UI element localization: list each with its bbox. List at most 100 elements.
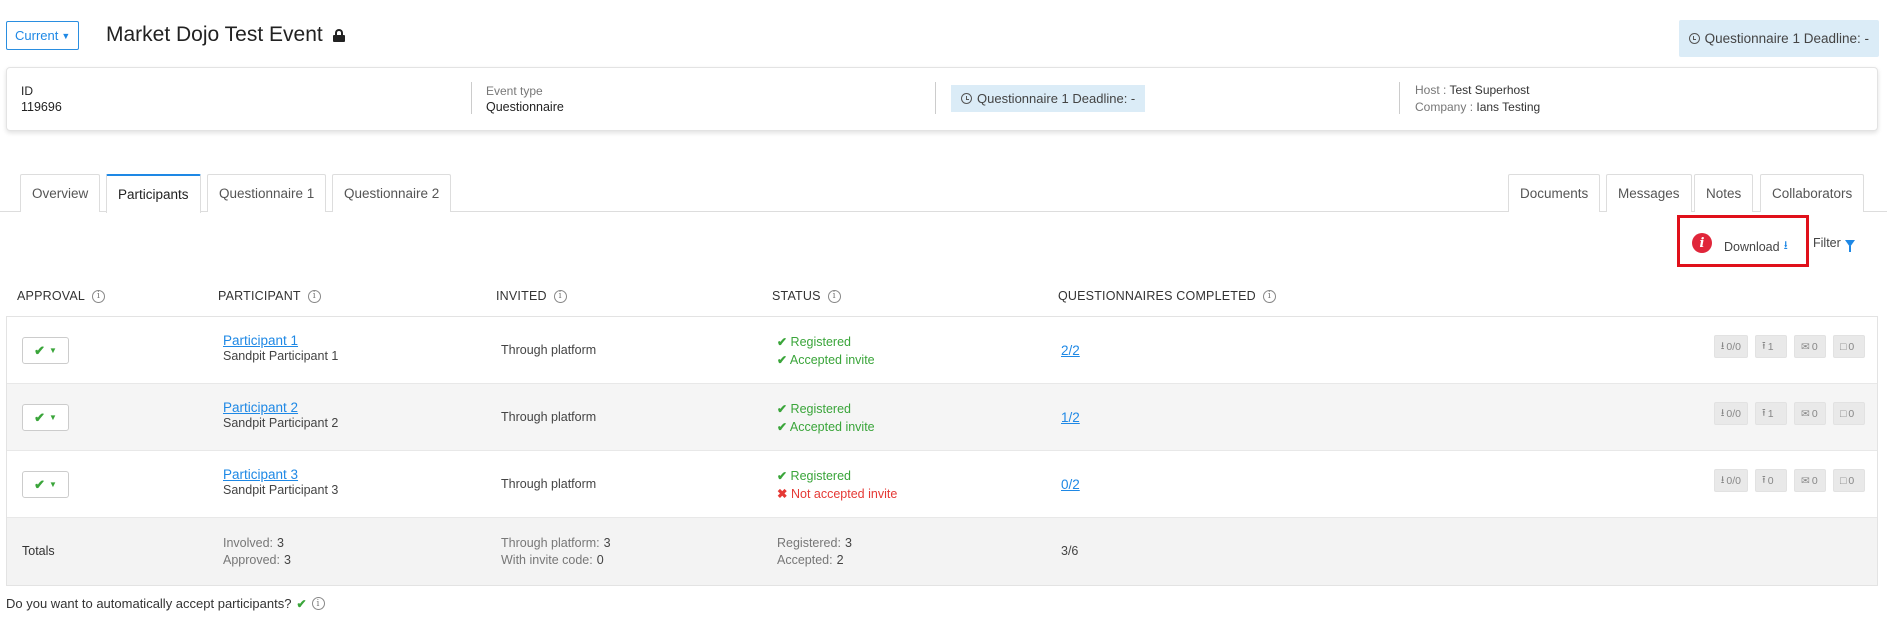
- status-registered: Registered: [790, 335, 851, 349]
- messages-button[interactable]: ✉ 0: [1794, 335, 1826, 358]
- filter-label: Filter: [1813, 236, 1841, 250]
- through-platform-label: Through platform:: [501, 536, 600, 550]
- involved-label: Involved:: [223, 536, 274, 550]
- tab-collaborators[interactable]: Collaborators: [1760, 174, 1865, 212]
- totals-row: Totals Involved: 3 Approved: 3 Through pla…: [7, 518, 1877, 585]
- tab-messages[interactable]: Messages: [1606, 174, 1692, 212]
- tab-participants[interactable]: Participants: [106, 174, 201, 213]
- notes-button[interactable]: □ 0: [1833, 335, 1865, 358]
- auto-accept-text: Do you want to automatically accept part…: [6, 596, 292, 611]
- download-button[interactable]: Download ⭳: [1724, 236, 1788, 257]
- col-invited-label: INVITED: [496, 289, 547, 303]
- current-label: Current: [15, 28, 59, 43]
- event-type-value: Questionnaire: [486, 100, 564, 114]
- approval-dropdown[interactable]: ✔ ▼: [22, 404, 69, 431]
- filter-button[interactable]: Filter: [1813, 236, 1855, 252]
- deadline-badge-info: Questionnaire 1 Deadline: -: [951, 85, 1146, 112]
- invite-code-value: 0: [596, 553, 604, 567]
- participant-link[interactable]: Participant 3: [223, 467, 338, 482]
- invited-value: Through platform: [501, 477, 597, 491]
- info-icon[interactable]: i: [311, 597, 325, 610]
- notes-button[interactable]: □ 0: [1833, 469, 1865, 492]
- download-icon: ⭳: [1720, 473, 1725, 486]
- notes-button[interactable]: □ 0: [1833, 402, 1865, 425]
- col-approval-label: APPROVAL: [17, 289, 86, 303]
- info-icon[interactable]: i: [307, 289, 321, 303]
- row-actions: ⭳ 0/0 ⭱ 1 ✉ 0 □ 0: [1713, 402, 1865, 425]
- questionnaires-completed-link[interactable]: 0/2: [1061, 477, 1080, 492]
- current-dropdown-button[interactable]: Current ▼: [6, 21, 80, 50]
- downloads-button[interactable]: ⭳ 0/0: [1713, 402, 1748, 425]
- downloads-button[interactable]: ⭳ 0/0: [1713, 469, 1748, 492]
- check-icon: ✔: [777, 335, 788, 349]
- invited-value: Through platform: [501, 410, 597, 424]
- col-questionnaires-label: QUESTIONNAIRES COMPLETED: [1058, 289, 1256, 303]
- status-invite: Not accepted invite: [790, 487, 898, 501]
- messages-count: 0: [1811, 474, 1818, 487]
- info-alert-icon[interactable]: i: [1692, 233, 1712, 253]
- uploads-button[interactable]: ⭱ 1: [1755, 402, 1787, 425]
- uploads-button[interactable]: ⭱ 1: [1755, 335, 1787, 358]
- approved-label: Approved:: [223, 553, 280, 567]
- participant-cell: Participant 2 Sandpit Participant 2: [223, 400, 338, 430]
- status-invite: Accepted invite: [789, 420, 875, 434]
- approved-value: 3: [283, 553, 291, 567]
- download-icon: ⭳: [1720, 406, 1725, 419]
- comment-icon: □: [1840, 474, 1847, 487]
- lock-icon: [332, 28, 345, 42]
- caret-down-icon: ▼: [48, 480, 57, 489]
- event-id-label: ID: [21, 84, 33, 98]
- upload-icon: ⭱: [1762, 406, 1766, 419]
- host-block: Host : Test Superhost Company : Ians Tes…: [1415, 82, 1540, 116]
- participant-link[interactable]: Participant 1: [223, 333, 338, 348]
- upload-icon: ⭱: [1762, 339, 1766, 352]
- tab-questionnaire-2[interactable]: Questionnaire 2: [332, 174, 452, 212]
- participants-table: ✔ ▼ Participant 1 Sandpit Participant 1 …: [6, 316, 1878, 586]
- tab-overview[interactable]: Overview: [20, 174, 101, 212]
- auto-accept-setting: Do you want to automatically accept part…: [6, 596, 325, 611]
- event-title-text: Market Dojo Test Event: [106, 23, 323, 46]
- check-icon[interactable]: ✔: [296, 597, 306, 611]
- messages-button[interactable]: ✉ 0: [1794, 469, 1826, 492]
- downloads-button[interactable]: ⭳ 0/0: [1713, 335, 1748, 358]
- check-icon: ✔: [777, 353, 788, 367]
- company-value: Ians Testing: [1476, 100, 1541, 114]
- participant-cell: Participant 3 Sandpit Participant 3: [223, 467, 338, 497]
- comment-icon: □: [1840, 340, 1847, 353]
- participant-company: Sandpit Participant 2: [223, 416, 339, 430]
- table-row: ✔ ▼ Participant 2 Sandpit Participant 2 …: [7, 384, 1877, 451]
- col-questionnaires-completed: QUESTIONNAIRES COMPLETED i: [1058, 289, 1276, 303]
- questionnaires-completed-link[interactable]: 1/2: [1061, 410, 1080, 425]
- host-label: Host :: [1415, 83, 1447, 97]
- info-icon[interactable]: i: [553, 289, 567, 303]
- event-id-block: ID 119696: [21, 84, 62, 114]
- totals-participants: Involved: 3 Approved: 3: [223, 535, 291, 569]
- totals-completed: 3/6: [1061, 544, 1079, 558]
- clock-icon: [961, 93, 972, 104]
- check-icon: ✔: [777, 469, 788, 483]
- tabs-bar: Overview Participants Questionnaire 1 Qu…: [0, 174, 1887, 213]
- page-title: Market Dojo Test Event: [106, 23, 345, 47]
- info-icon[interactable]: i: [92, 289, 106, 303]
- messages-button[interactable]: ✉ 0: [1794, 402, 1826, 425]
- downloads-count: 0/0: [1726, 407, 1741, 420]
- info-icon[interactable]: i: [1262, 289, 1276, 303]
- tab-notes[interactable]: Notes: [1694, 174, 1754, 212]
- uploads-button[interactable]: ⭱ 0: [1755, 469, 1787, 492]
- status-registered: Registered: [790, 402, 851, 416]
- info-icon[interactable]: i: [827, 289, 841, 303]
- approval-dropdown[interactable]: ✔ ▼: [22, 471, 69, 498]
- tab-questionnaire-1[interactable]: Questionnaire 1: [207, 174, 327, 212]
- totals-invited: Through platform: 3 With invite code: 0: [501, 535, 611, 569]
- event-id-value: 119696: [21, 100, 62, 114]
- accepted-value: 2: [836, 553, 844, 567]
- invite-code-label: With invite code:: [501, 553, 593, 567]
- participant-link[interactable]: Participant 2: [223, 400, 338, 415]
- questionnaires-completed-link[interactable]: 2/2: [1061, 343, 1080, 358]
- envelope-icon: ✉: [1801, 474, 1810, 487]
- approval-dropdown[interactable]: ✔ ▼: [22, 337, 69, 364]
- notes-count: 0: [1848, 474, 1855, 487]
- messages-count: 0: [1811, 340, 1818, 353]
- check-icon: ✔: [777, 402, 788, 416]
- tab-documents[interactable]: Documents: [1508, 174, 1601, 212]
